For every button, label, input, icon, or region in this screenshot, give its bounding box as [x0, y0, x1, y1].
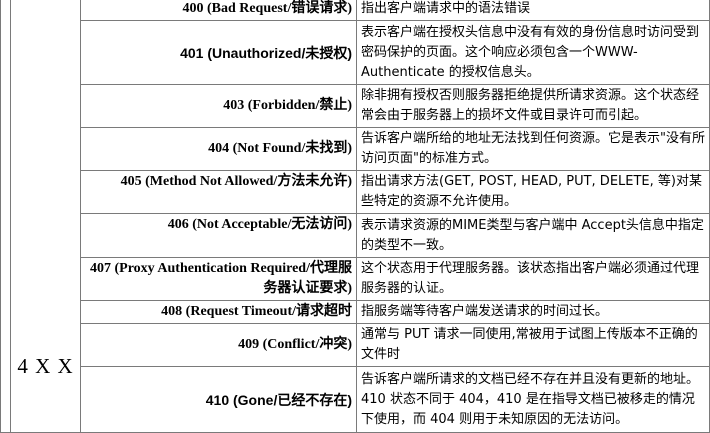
- status-code-name: 406 (Not Acceptable/无法访问): [80, 213, 357, 258]
- table-row: 405 (Method Not Allowed/方法未允许) 指出请求方法(GE…: [1, 170, 710, 214]
- status-code-table: 4 X X 400 (Bad Request/错误请求) 指出客户端请求中的语法…: [0, 0, 710, 433]
- status-code-name: 401 (Unauthorized/未授权): [80, 20, 357, 85]
- status-code-name: 403 (Forbidden/禁止): [80, 84, 357, 128]
- status-code-name: 409 (Conflict/冲突): [80, 323, 357, 367]
- table-row: 409 (Conflict/冲突) 通常与 PUT 请求一同使用,常被用于试图上…: [1, 323, 710, 367]
- status-code-name: 405 (Method Not Allowed/方法未允许): [80, 170, 357, 214]
- status-code-name: 404 (Not Found/未找到): [80, 127, 357, 171]
- table-row: 404 (Not Found/未找到) 告诉客户端所给的地址无法找到任何资源。它…: [1, 127, 710, 171]
- status-code-name: 408 (Request Timeout/请求超时: [80, 300, 357, 324]
- status-code-description: 指出客户端请求中的语法错误: [356, 0, 710, 21]
- status-code-name: 400 (Bad Request/错误请求): [80, 0, 357, 21]
- status-code-name: 410 (Gone/已经不存在): [80, 366, 357, 433]
- status-code-description: 这个状态用于代理服务器。该状态指出客户端必须通过代理服务器的认证。: [356, 257, 710, 301]
- table-row: 406 (Not Acceptable/无法访问) 表示请求资源的MIME类型与…: [1, 213, 710, 258]
- table-row: 401 (Unauthorized/未授权) 表示客户端在授权头信息中没有有效的…: [1, 20, 710, 85]
- left-margin-cell: [0, 0, 11, 433]
- table-row: 408 (Request Timeout/请求超时 指服务端等待客户端发送请求的…: [1, 300, 710, 324]
- status-code-description: 除非拥有授权否则服务器拒绝提供所请求资源。这个状态经常会由于服务器上的损坏文件或…: [356, 84, 710, 128]
- status-code-description: 告诉客户端所给的地址无法找到任何资源。它是表示"没有所访问页面"的标准方式。: [356, 127, 710, 171]
- status-code-description: 指出请求方法(GET, POST, HEAD, PUT, DELETE, 等)对…: [356, 170, 710, 214]
- status-code-description: 告诉客户端所请求的文档已经不存在并且没有更新的地址。410 状态不同于 404，…: [356, 366, 710, 433]
- table-row: 403 (Forbidden/禁止) 除非拥有授权否则服务器拒绝提供所请求资源。…: [1, 84, 710, 128]
- status-code-description: 通常与 PUT 请求一同使用,常被用于试图上传版本不正确的文件时: [356, 323, 710, 367]
- status-group-label: 4 X X: [10, 0, 81, 433]
- status-code-name: 407 (Proxy Authentication Required/代理服务器…: [80, 257, 357, 301]
- status-code-description: 表示客户端在授权头信息中没有有效的身份信息时访问受到密码保护的页面。这个响应必须…: [356, 20, 710, 85]
- table-row: 410 (Gone/已经不存在) 告诉客户端所请求的文档已经不存在并且没有更新的…: [1, 366, 710, 433]
- table-row: 407 (Proxy Authentication Required/代理服务器…: [1, 257, 710, 301]
- table-row: 4 X X 400 (Bad Request/错误请求) 指出客户端请求中的语法…: [0, 0, 710, 433]
- status-code-description: 表示请求资源的MIME类型与客户端中 Accept头信息中指定的类型不一致。: [356, 213, 710, 258]
- status-code-description: 指服务端等待客户端发送请求的时间过长。: [356, 300, 710, 324]
